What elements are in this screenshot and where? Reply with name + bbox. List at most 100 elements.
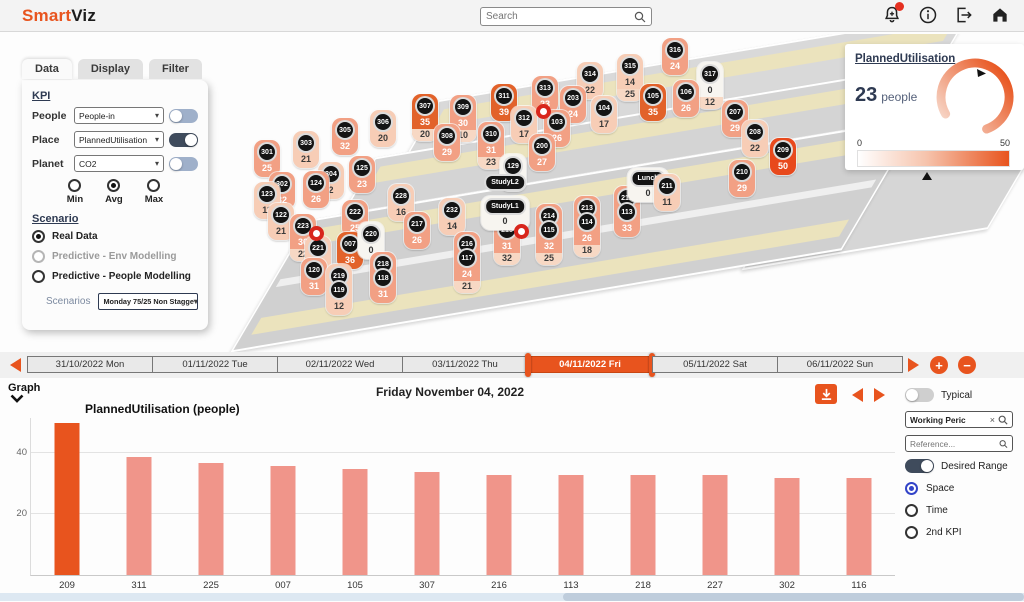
scenario-option-real-data[interactable]: Real Data	[32, 230, 198, 243]
people-toggle[interactable]	[169, 109, 198, 123]
people-select[interactable]: People-in▾	[74, 107, 164, 124]
marker-106[interactable]: 10626	[673, 80, 699, 117]
agg-radio-max[interactable]	[147, 179, 160, 192]
agg-radio-min[interactable]	[68, 179, 81, 192]
working-period-filter[interactable]: Working Peric ×	[905, 411, 1013, 428]
range-handle-left[interactable]	[525, 353, 531, 377]
scrollbar-thumb[interactable]	[563, 593, 1024, 601]
marker-218[interactable]: 21811831	[370, 252, 396, 303]
marker-306[interactable]: 30620	[370, 110, 396, 147]
scenario-radio-predictive-people-modelling[interactable]	[32, 270, 45, 283]
alert-marker-icon[interactable]	[536, 104, 551, 119]
mode-radio-time[interactable]	[905, 504, 918, 517]
timeline-day-02-11-2022-wed[interactable]: 02/11/2022 Wed	[277, 356, 403, 373]
bar-116[interactable]	[847, 478, 872, 575]
horizontal-scrollbar[interactable]	[0, 593, 1024, 601]
marker-232[interactable]: 23214	[439, 198, 465, 235]
marker-200[interactable]: 20027	[529, 134, 555, 171]
scenarios-select[interactable]: Monday 75/25 Non Stagge▾	[98, 293, 198, 310]
marker-209[interactable]: 20950	[770, 138, 796, 175]
bar-302[interactable]	[775, 478, 800, 575]
timeline-prev-arrow[interactable]	[10, 358, 21, 372]
marker-216[interactable]: 2161172421	[454, 232, 480, 293]
alert-marker-icon[interactable]	[514, 224, 529, 239]
marker-303[interactable]: 30321	[293, 131, 319, 168]
timeline-day-06-11-2022-sun[interactable]: 06/11/2022 Sun	[777, 356, 903, 373]
chart-date-title: Friday November 04, 2022	[0, 385, 900, 399]
info-icon[interactable]	[918, 5, 938, 25]
agg-option-avg[interactable]: Avg	[105, 179, 123, 205]
scenario-option-predictive-people-modelling[interactable]: Predictive - People Modelling	[32, 270, 198, 283]
timeline-day-01-11-2022-tue[interactable]: 01/11/2022 Tue	[152, 356, 278, 373]
marker-219[interactable]: 21911912	[326, 264, 352, 315]
desired-range-toggle[interactable]	[905, 459, 934, 473]
marker-studyl2[interactable]: StudyL2	[484, 174, 526, 191]
bar-307[interactable]	[415, 472, 440, 575]
marker-room-label: 232	[442, 200, 462, 220]
bar-105[interactable]	[343, 469, 368, 575]
scenario-option-predictive-env-modelling[interactable]: Predictive - Env Modelling	[32, 250, 198, 263]
alert-marker-icon[interactable]	[309, 226, 324, 241]
tab-display[interactable]: Display	[78, 59, 143, 79]
marker-217[interactable]: 21726	[404, 212, 430, 249]
timeline-zoom-out-button[interactable]: −	[958, 356, 976, 374]
bar-218[interactable]	[631, 475, 656, 575]
agg-option-max[interactable]: Max	[145, 179, 163, 205]
bar-227[interactable]	[703, 475, 728, 575]
timeline-zoom-in-button[interactable]: +	[930, 356, 948, 374]
agg-radio-avg[interactable]	[107, 179, 120, 192]
marker-210[interactable]: 21029	[729, 160, 755, 197]
tab-filter[interactable]: Filter	[149, 59, 202, 79]
marker-316[interactable]: 31624	[662, 38, 688, 75]
planet-select-value: CO2	[79, 159, 96, 169]
logout-icon[interactable]	[954, 5, 974, 25]
timeline-next-arrow[interactable]	[908, 358, 919, 372]
chart-next-arrow[interactable]	[874, 388, 885, 402]
marker-208[interactable]: 20822	[742, 120, 768, 157]
place-select[interactable]: PlannedUtilisation▾	[74, 131, 164, 148]
marker-214[interactable]: 2141153225	[536, 204, 562, 265]
marker-124[interactable]: 12426	[303, 171, 329, 208]
download-button[interactable]	[815, 384, 837, 404]
marker-125[interactable]: 12523	[349, 156, 375, 193]
planet-select[interactable]: CO2▾	[74, 155, 164, 172]
timeline-day-31-10-2022-mon[interactable]: 31/10/2022 Mon	[27, 356, 153, 373]
typical-toggle[interactable]	[905, 388, 934, 402]
marker-305[interactable]: 30532	[332, 118, 358, 155]
chart-prev-arrow[interactable]	[852, 388, 863, 402]
bar-209[interactable]	[55, 423, 80, 575]
mode-option-space[interactable]: Space	[905, 482, 1021, 495]
marker-104[interactable]: 10417	[591, 96, 617, 133]
marker-105[interactable]: 10535	[640, 84, 666, 121]
timeline-day-05-11-2022-sat[interactable]: 05/11/2022 Sat	[652, 356, 778, 373]
marker-317[interactable]: 317012	[697, 62, 723, 109]
mode-radio-2nd-kpi[interactable]	[905, 526, 918, 539]
reference-input[interactable]	[910, 439, 996, 449]
reference-search[interactable]	[905, 435, 1013, 452]
mode-radio-space[interactable]	[905, 482, 918, 495]
mode-option-2nd-kpi[interactable]: 2nd KPI	[905, 526, 1021, 539]
place-toggle[interactable]	[169, 133, 198, 147]
home-icon[interactable]	[990, 5, 1010, 25]
clear-filter-icon[interactable]: ×	[990, 415, 995, 425]
bar-311[interactable]	[127, 457, 152, 576]
marker-308[interactable]: 30829	[434, 124, 460, 161]
marker-213[interactable]: 2131142618	[574, 196, 600, 257]
search-box[interactable]	[480, 7, 652, 26]
bar-113[interactable]	[559, 475, 584, 575]
search-input[interactable]	[486, 11, 634, 22]
tab-data[interactable]: Data	[22, 59, 72, 79]
timeline-day-04-11-2022-fri[interactable]: 04/11/2022 Fri	[527, 356, 653, 373]
notifications-bell-icon[interactable]	[882, 5, 902, 25]
bar-225[interactable]	[199, 463, 224, 575]
timeline-day-03-11-2022-thu[interactable]: 03/11/2022 Thu	[402, 356, 528, 373]
marker-211[interactable]: 21111	[654, 174, 680, 211]
bar-007[interactable]	[271, 466, 296, 575]
marker-120[interactable]: 12031	[301, 258, 327, 295]
mode-option-time[interactable]: Time	[905, 504, 1021, 517]
scenario-radio-real-data[interactable]	[32, 230, 45, 243]
agg-option-min[interactable]: Min	[67, 179, 83, 205]
bar-216[interactable]	[487, 475, 512, 575]
planet-toggle[interactable]	[169, 157, 198, 171]
scenario-radio-predictive-env-modelling[interactable]	[32, 250, 45, 263]
